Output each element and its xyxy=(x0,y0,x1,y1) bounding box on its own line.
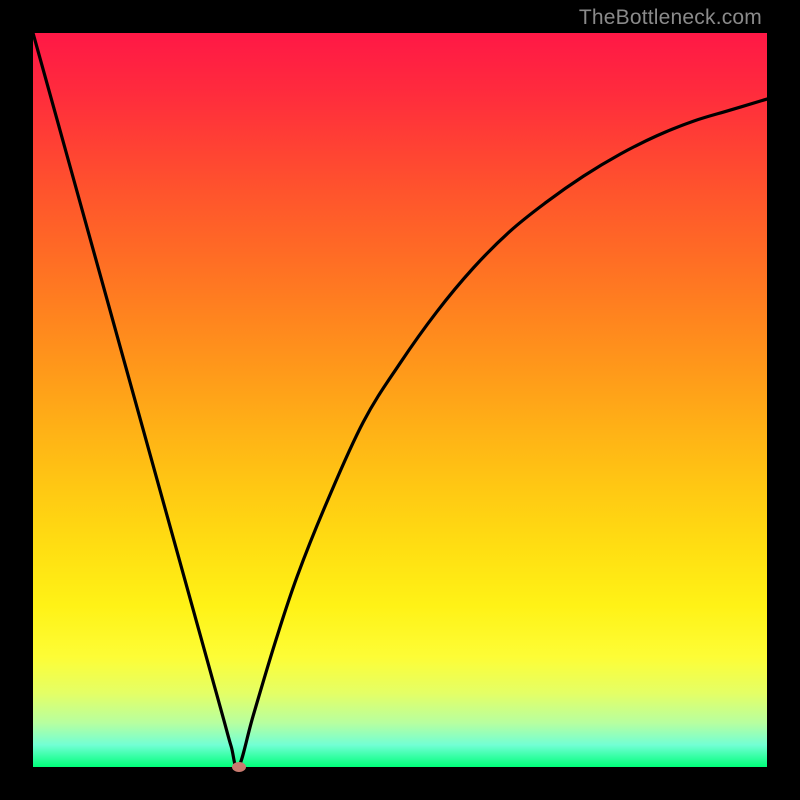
chart-frame: TheBottleneck.com xyxy=(0,0,800,800)
watermark-text: TheBottleneck.com xyxy=(579,6,762,30)
bottleneck-curve xyxy=(33,33,767,767)
optimum-marker xyxy=(232,762,246,772)
plot-area xyxy=(33,33,767,767)
curve-svg xyxy=(33,33,767,767)
